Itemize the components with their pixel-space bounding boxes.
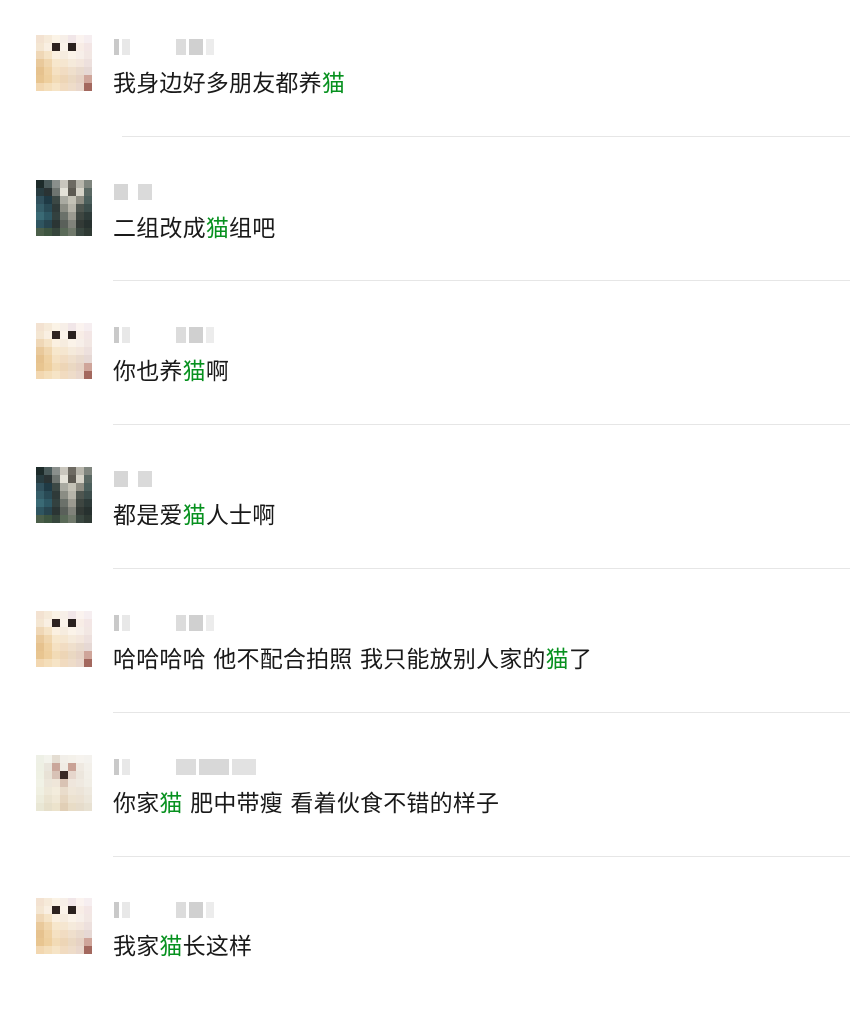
message-text-after: 组吧 bbox=[229, 216, 276, 242]
message-text: 都是爱猫人士啊 bbox=[113, 500, 275, 532]
divider bbox=[113, 280, 850, 281]
search-result-item[interactable]: 哈哈哈哈 他不配合拍照 我只能放别人家的猫了 bbox=[0, 606, 850, 746]
search-result-item[interactable]: 你家猫 肥中带瘦 看着伙食不错的样子 bbox=[0, 750, 850, 890]
avatar[interactable] bbox=[36, 35, 92, 91]
message-text-before: 你也养 bbox=[113, 359, 183, 385]
message-text-after: 长这样 bbox=[182, 934, 253, 960]
message-text-before: 二组改成 bbox=[113, 216, 206, 242]
avatar[interactable] bbox=[36, 755, 92, 811]
message-text: 哈哈哈哈 他不配合拍照 我只能放别人家的猫了 bbox=[113, 644, 592, 676]
search-result-item[interactable]: 都是爱猫人士啊 bbox=[0, 462, 850, 602]
divider bbox=[113, 568, 850, 569]
avatar[interactable] bbox=[36, 323, 92, 379]
sender-name-blurred bbox=[114, 900, 214, 920]
keyword-highlight: 猫 bbox=[545, 647, 569, 673]
message-text: 你家猫 肥中带瘦 看着伙食不错的样子 bbox=[113, 788, 499, 820]
message-text-before: 你家 bbox=[113, 791, 160, 817]
keyword-highlight: 猫 bbox=[182, 359, 206, 385]
message-text-before: 都是爱 bbox=[113, 503, 183, 529]
divider bbox=[122, 136, 850, 137]
divider bbox=[113, 424, 850, 425]
sender-name-blurred bbox=[114, 37, 214, 57]
message-text: 二组改成猫组吧 bbox=[113, 213, 275, 245]
search-result-item[interactable]: 你也养猫啊 bbox=[0, 318, 850, 458]
search-result-item[interactable]: 我家猫长这样 bbox=[0, 893, 850, 1033]
keyword-highlight: 猫 bbox=[182, 503, 206, 529]
search-results-list: 我身边好多朋友都养猫 二组改成猫组吧 你也养猫啊 都是爱猫人士啊 哈哈哈哈 他不配合拍照… bbox=[0, 0, 850, 996]
message-text-after: 人士啊 bbox=[205, 503, 276, 529]
message-text: 我家猫长这样 bbox=[113, 931, 252, 963]
divider bbox=[113, 856, 850, 857]
sender-name-blurred bbox=[114, 613, 214, 633]
keyword-highlight: 猫 bbox=[159, 791, 183, 817]
avatar[interactable] bbox=[36, 180, 92, 236]
message-text: 我身边好多朋友都养猫 bbox=[113, 68, 345, 100]
message-text-before: 我家 bbox=[113, 934, 160, 960]
search-result-item[interactable]: 二组改成猫组吧 bbox=[0, 175, 850, 315]
sender-name-blurred bbox=[114, 757, 256, 777]
keyword-highlight: 猫 bbox=[205, 216, 230, 242]
message-text-after: 了 bbox=[568, 647, 593, 673]
sender-name-blurred bbox=[114, 469, 152, 489]
message-text-after: 啊 bbox=[205, 359, 230, 385]
avatar[interactable] bbox=[36, 467, 92, 523]
message-text-before: 哈哈哈哈 他不配合拍照 我只能放别人家的 bbox=[113, 647, 546, 673]
message-text-after: 肥中带瘦 看着伙食不错的样子 bbox=[182, 791, 500, 817]
search-result-item[interactable]: 我身边好多朋友都养猫 bbox=[0, 30, 850, 170]
avatar[interactable] bbox=[36, 611, 92, 667]
keyword-highlight: 猫 bbox=[159, 934, 183, 960]
avatar[interactable] bbox=[36, 898, 92, 954]
keyword-highlight: 猫 bbox=[321, 71, 346, 97]
divider bbox=[113, 712, 850, 713]
sender-name-blurred bbox=[114, 182, 152, 202]
sender-name-blurred bbox=[114, 325, 214, 345]
message-text-before: 我身边好多朋友都养 bbox=[113, 71, 322, 97]
message-text: 你也养猫啊 bbox=[113, 356, 229, 388]
